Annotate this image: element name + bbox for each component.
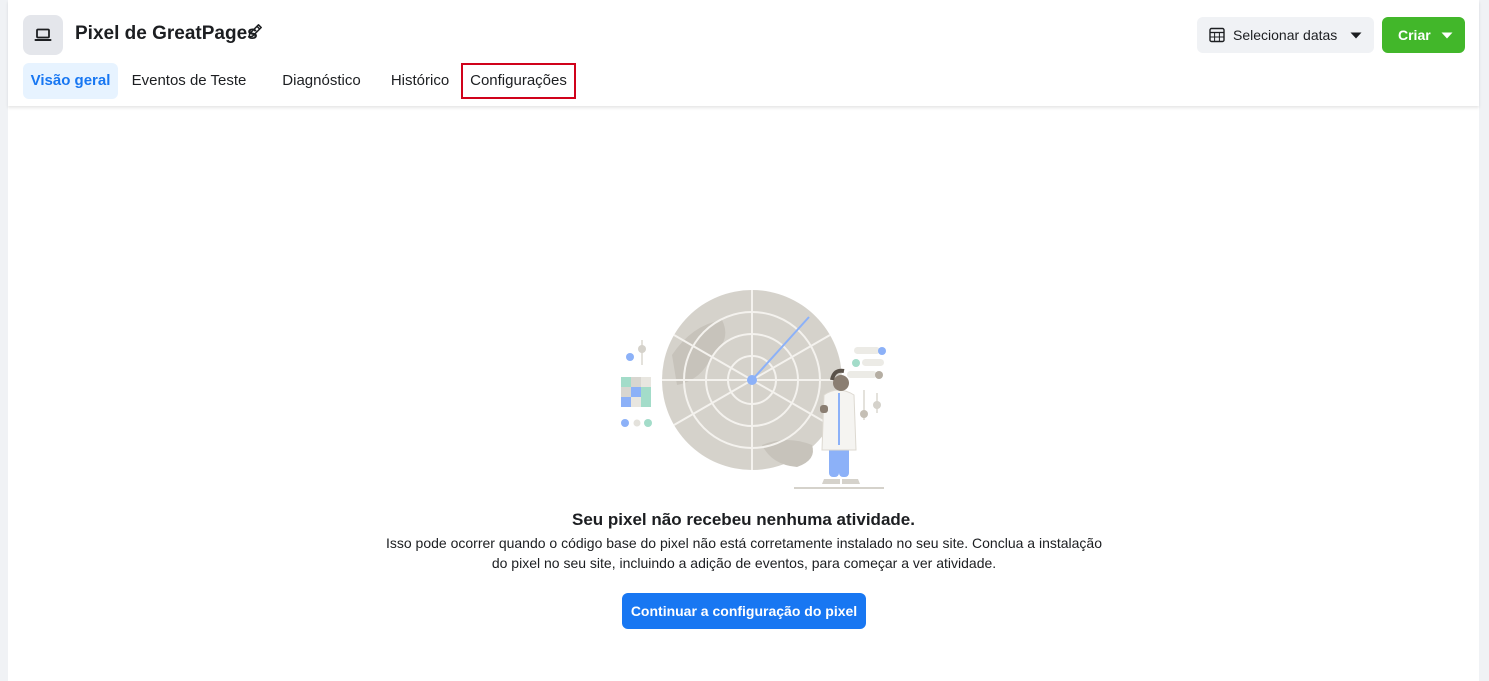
select-dates-label: Selecionar datas (1233, 27, 1338, 43)
caret-down-icon (1441, 32, 1453, 39)
page-title: Pixel de GreatPages (75, 23, 258, 44)
tab-diagnostics[interactable]: Diagnóstico (268, 63, 375, 99)
main-panel: Pixel de GreatPages Visão geral Eventos … (8, 0, 1479, 681)
create-button[interactable]: Criar (1382, 17, 1465, 53)
tab-test-events[interactable]: Eventos de Teste (124, 63, 254, 99)
pencil-icon[interactable] (246, 22, 264, 40)
create-button-label: Criar (1398, 27, 1431, 43)
empty-state-description: Isso pode ocorrer quando o código base d… (385, 535, 1103, 571)
caret-down-icon (1350, 32, 1362, 39)
empty-state-title: Seu pixel não recebeu nenhuma atividade. (572, 510, 915, 529)
laptop-icon (23, 15, 63, 55)
continue-setup-button[interactable]: Continuar a configuração do pixel (622, 593, 866, 629)
tab-history[interactable]: Histórico (381, 63, 459, 99)
calendar-icon (1209, 27, 1225, 43)
page-header: Pixel de GreatPages Visão geral Eventos … (8, 0, 1479, 106)
radar-illustration (621, 290, 886, 489)
tab-settings[interactable]: Configurações (461, 63, 576, 99)
tab-overview[interactable]: Visão geral (23, 63, 118, 99)
select-dates-button[interactable]: Selecionar datas (1197, 17, 1374, 53)
